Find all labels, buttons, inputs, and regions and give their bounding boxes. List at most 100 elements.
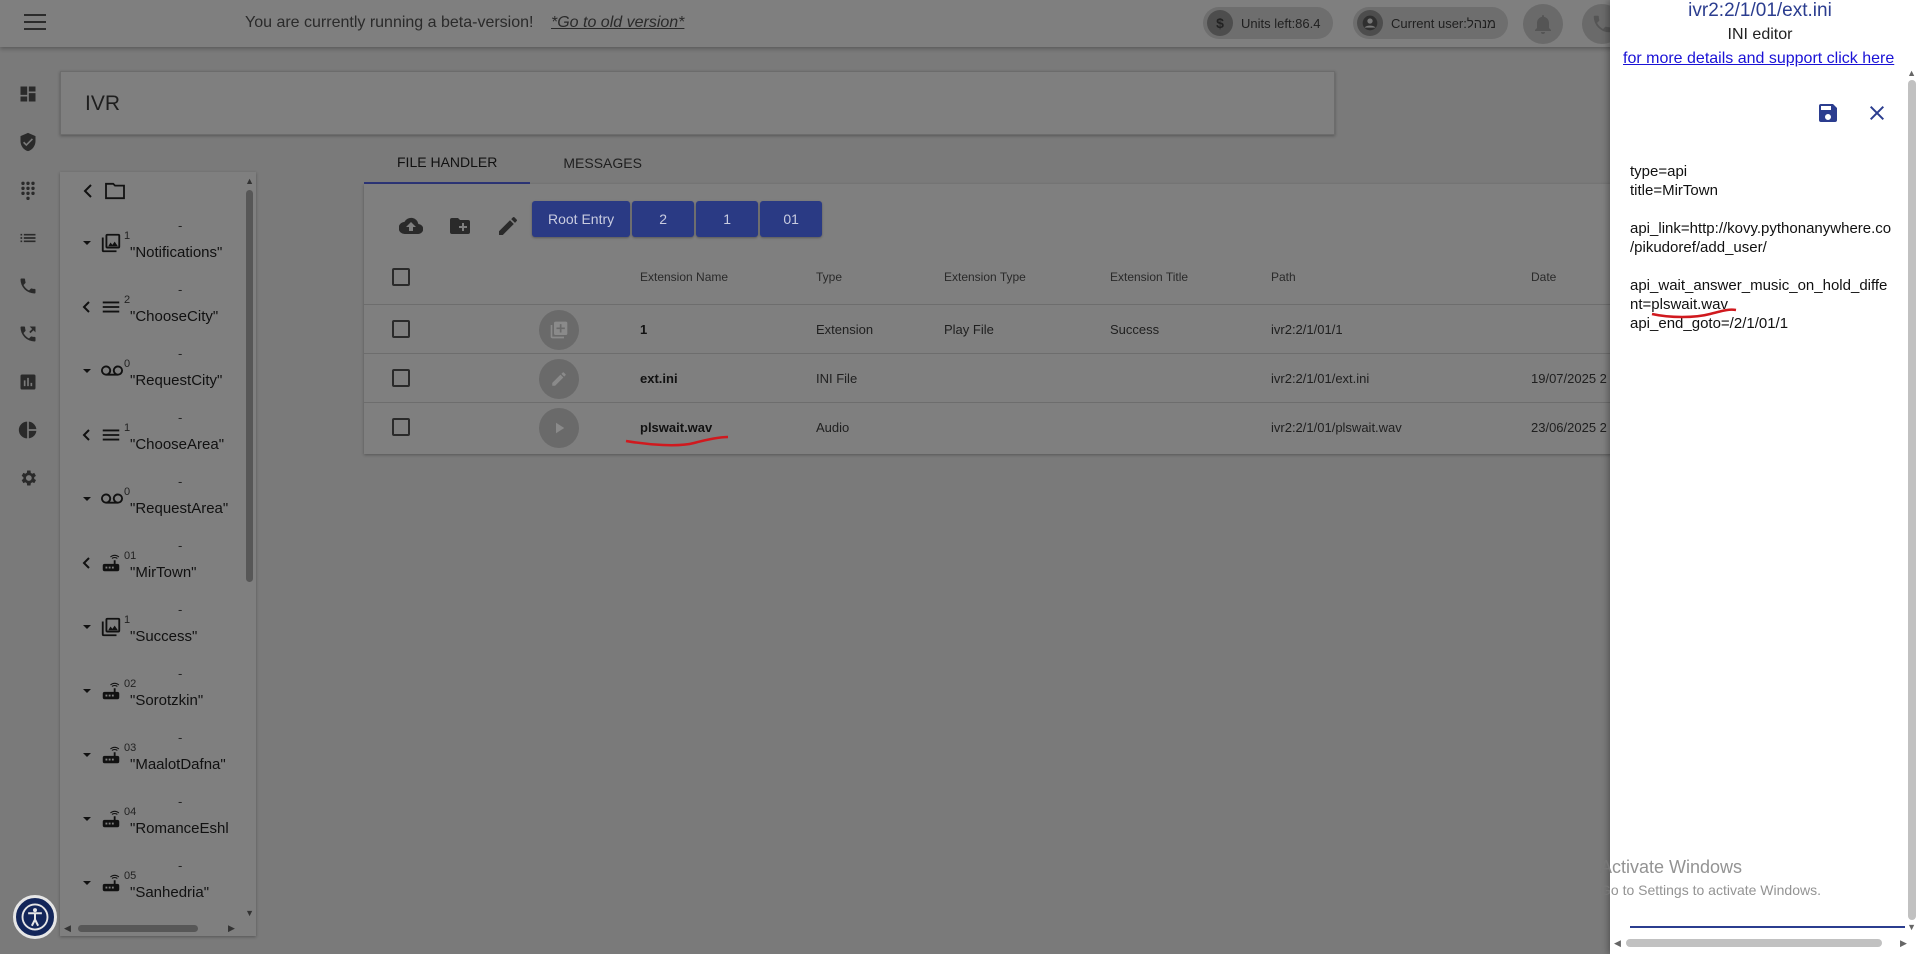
- accessibility-icon: [21, 903, 49, 931]
- ivr-tree: 1 - "Notifications" 2 - "ChooseCity" 0 - "Reques…: [60, 172, 256, 936]
- row-checkbox[interactable]: [392, 418, 410, 436]
- scroll-down-icon[interactable]: ▼: [245, 908, 254, 918]
- tab-messages[interactable]: MESSAGES: [530, 142, 675, 184]
- tree-node-number: 02: [124, 678, 137, 690]
- folder-icon: [105, 182, 125, 200]
- router-icon: [100, 552, 122, 574]
- old-version-link[interactable]: *Go to old version*: [551, 14, 684, 32]
- tree-node[interactable]: 1 - "Notifications": [60, 214, 240, 274]
- save-icon[interactable]: [1816, 101, 1840, 125]
- column-header-name[interactable]: Extension Name: [640, 270, 728, 284]
- cell-extension-title: Success: [1110, 322, 1160, 337]
- shield-icon[interactable]: [16, 130, 40, 154]
- breadcrumb-item[interactable]: 01: [760, 201, 823, 237]
- gear-icon[interactable]: [16, 466, 40, 490]
- row-checkbox[interactable]: [392, 320, 410, 338]
- editor-vertical-scrollbar[interactable]: [1908, 80, 1916, 920]
- pencil-icon[interactable]: [496, 214, 520, 238]
- cell-type: Extension: [816, 322, 874, 337]
- tree-node-number: 03: [124, 742, 137, 754]
- tree-horizontal-scrollbar[interactable]: [78, 925, 198, 932]
- scroll-up-icon[interactable]: ▲: [245, 176, 254, 186]
- accessibility-button[interactable]: [13, 895, 57, 939]
- tree-node[interactable]: 0 - "RequestCity": [60, 342, 240, 402]
- tree-vertical-scrollbar[interactable]: [246, 190, 253, 582]
- file-handler-panel: Root Entry 2 1 01 Extension Name Type Ex…: [364, 184, 1624, 454]
- current-user-badge[interactable]: Current user:מנהל: [1353, 7, 1508, 39]
- editor-horizontal-scrollbar[interactable]: [1626, 939, 1882, 947]
- editor-underline: [1630, 926, 1905, 928]
- dialpad-icon[interactable]: [16, 178, 40, 202]
- chevron-left-icon[interactable]: [80, 556, 94, 570]
- tree-node-label: "MirTown": [130, 564, 197, 581]
- tree-root[interactable]: [82, 182, 126, 200]
- chevron-left-icon[interactable]: [80, 428, 94, 442]
- tree-node-label: "RequestCity": [130, 372, 223, 389]
- chevron-down-icon[interactable]: [80, 492, 94, 506]
- dollar-icon: $: [1207, 10, 1233, 36]
- pie-chart-icon[interactable]: [16, 418, 40, 442]
- tree-node[interactable]: 1 - "Success": [60, 598, 240, 658]
- column-header-date[interactable]: Date: [1531, 270, 1556, 284]
- scroll-up-icon[interactable]: ▲: [1907, 68, 1916, 78]
- breadcrumb-item[interactable]: 1: [696, 201, 759, 237]
- tree-node[interactable]: 01 - "MirTown": [60, 534, 240, 594]
- chevron-left-icon[interactable]: [82, 184, 94, 198]
- dashboard-icon[interactable]: [16, 82, 40, 106]
- tree-node-label: "Sanhedria": [130, 884, 210, 901]
- chevron-down-icon[interactable]: [80, 236, 94, 250]
- new-folder-icon[interactable]: [448, 214, 472, 238]
- tree-node[interactable]: 1 - "ChooseArea": [60, 406, 240, 466]
- chevron-down-icon[interactable]: [80, 876, 94, 890]
- tree-node[interactable]: 05 - "Sanhedria": [60, 854, 240, 914]
- scroll-left-icon[interactable]: ◀: [1614, 938, 1621, 949]
- router-icon: [100, 744, 122, 766]
- tree-node[interactable]: 0 - "RequestArea": [60, 470, 240, 530]
- table-row[interactable]: ext.ini INI File ivr2:2/1/01/ext.ini 19/…: [364, 353, 1624, 402]
- tree-node-number: 1: [124, 614, 131, 626]
- tree-node-dash: -: [178, 794, 183, 809]
- column-header-extension-title[interactable]: Extension Title: [1110, 270, 1188, 284]
- scroll-left-icon[interactable]: ◀: [64, 923, 71, 934]
- breadcrumb-root-entry[interactable]: Root Entry: [532, 201, 631, 237]
- menu-icon[interactable]: [24, 14, 46, 32]
- gallery-icon: [100, 232, 122, 254]
- tree-node[interactable]: 03 - "MaalotDafna": [60, 726, 240, 786]
- support-link[interactable]: for more details and support click here: [1623, 50, 1894, 68]
- column-header-path[interactable]: Path: [1271, 270, 1296, 284]
- chevron-left-icon[interactable]: [80, 300, 94, 314]
- play-icon[interactable]: [539, 408, 579, 448]
- column-header-extension-type[interactable]: Extension Type: [944, 270, 1026, 284]
- chevron-down-icon[interactable]: [80, 684, 94, 698]
- scroll-right-icon[interactable]: ▶: [1900, 938, 1907, 949]
- scroll-right-icon[interactable]: ▶: [228, 923, 235, 934]
- watermark-line2: Go to Settings to activate Windows.: [1600, 882, 1821, 898]
- upload-cloud-icon[interactable]: [399, 214, 423, 238]
- breadcrumb-item[interactable]: 2: [632, 201, 695, 237]
- chevron-down-icon[interactable]: [80, 748, 94, 762]
- chevron-down-icon[interactable]: [80, 620, 94, 634]
- select-all-checkbox[interactable]: [392, 268, 410, 286]
- sip-phone-icon[interactable]: [16, 274, 40, 298]
- column-header-type[interactable]: Type: [816, 270, 842, 284]
- table-row[interactable]: 1 Extension Play File Success ivr2:2/1/0…: [364, 304, 1624, 353]
- chevron-down-icon[interactable]: [80, 812, 94, 826]
- tab-file-handler[interactable]: FILE HANDLER: [364, 142, 531, 184]
- gallery-icon: [539, 310, 579, 350]
- page-header-card: IVR: [60, 71, 1335, 135]
- tree-node[interactable]: 02 - "Sorotzkin": [60, 662, 240, 722]
- tree-node[interactable]: 2 - "ChooseCity": [60, 278, 240, 338]
- close-icon[interactable]: [1865, 101, 1889, 125]
- chevron-down-icon[interactable]: [80, 364, 94, 378]
- list-icon[interactable]: [16, 226, 40, 250]
- table-row[interactable]: plswait.wav Audio ivr2:2/1/01/plswait.wa…: [364, 402, 1624, 451]
- bar-chart-icon[interactable]: [16, 370, 40, 394]
- tree-node-dash: -: [178, 538, 183, 553]
- cell-date: 23/06/2025 2: [1531, 420, 1607, 435]
- phone-forward-icon[interactable]: [16, 322, 40, 346]
- notifications-button[interactable]: [1523, 4, 1563, 44]
- row-checkbox[interactable]: [392, 369, 410, 387]
- breadcrumb: Root Entry 2 1 01: [532, 201, 823, 237]
- scroll-down-icon[interactable]: ▼: [1907, 922, 1916, 932]
- tree-node[interactable]: 04 - "RomanceEshl: [60, 790, 240, 850]
